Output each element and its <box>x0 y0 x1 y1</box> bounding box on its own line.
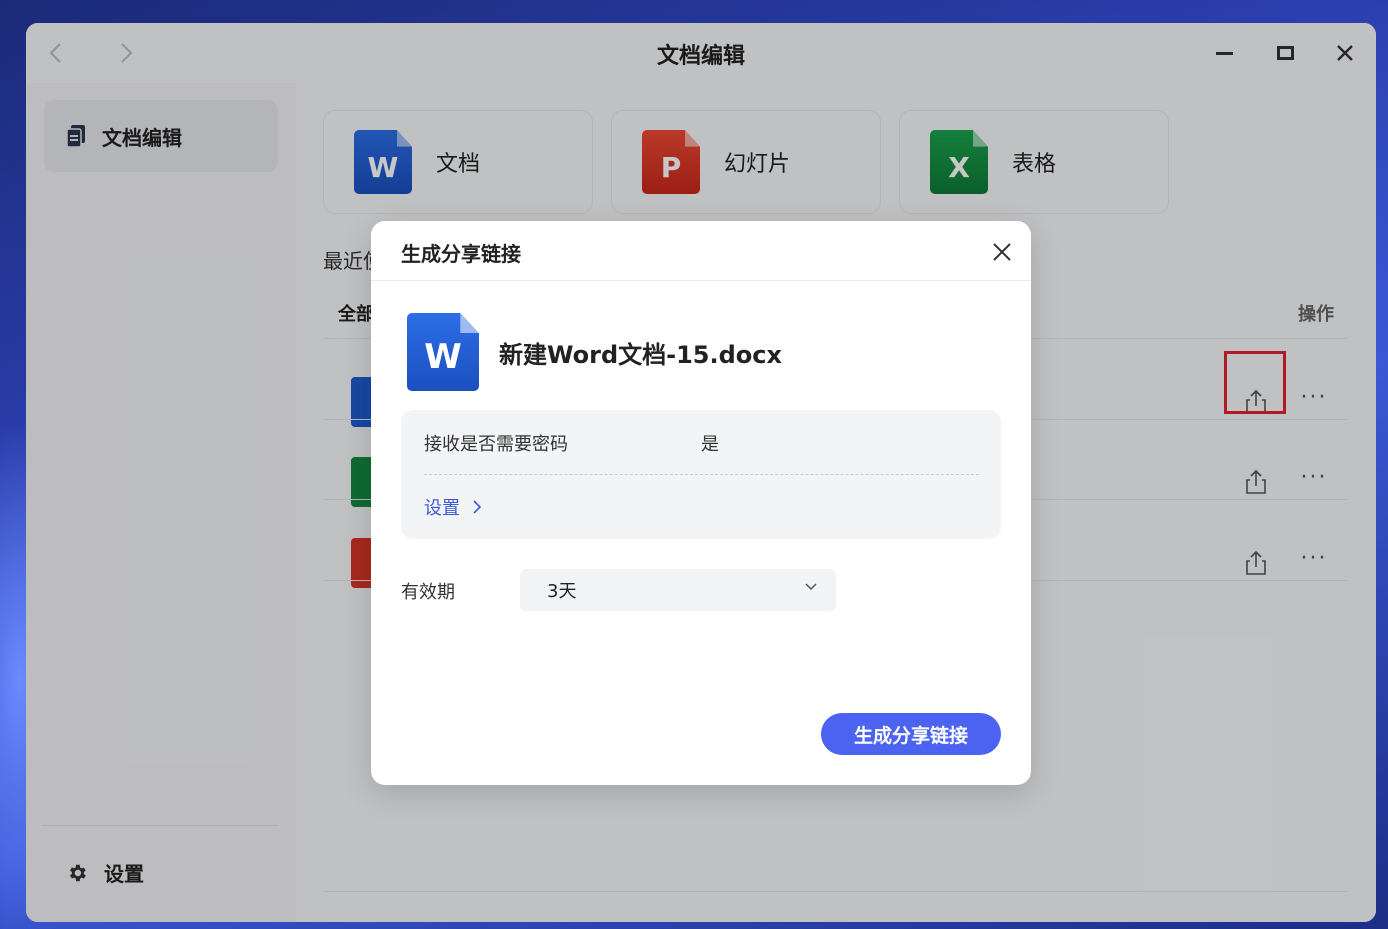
password-panel: 接收是否需要密码 是 设置 <box>401 410 1001 539</box>
panel-divider <box>424 474 979 475</box>
password-value: 是 <box>701 434 719 455</box>
validity-select[interactable]: 3天 <box>520 569 836 611</box>
generate-link-button[interactable]: 生成分享链接 <box>821 713 1001 755</box>
settings-link-label: 设置 <box>424 498 460 519</box>
close-icon[interactable] <box>989 239 1015 265</box>
dialog-file-info: W 新建Word文档-15.docx <box>407 313 782 391</box>
validity-label: 有效期 <box>401 582 455 603</box>
chevron-right-icon <box>473 500 482 514</box>
word-file-icon: W <box>407 313 479 391</box>
password-label: 接收是否需要密码 <box>424 434 568 455</box>
dialog-title: 生成分享链接 <box>401 242 521 266</box>
share-link-dialog: 生成分享链接 W 新建Word文档-15.docx 接收是否需要密码 是 设置 … <box>371 221 1031 785</box>
dialog-header: 生成分享链接 <box>371 221 1031 281</box>
file-name: 新建Word文档-15.docx <box>499 340 782 369</box>
password-settings-link[interactable]: 设置 <box>424 494 482 520</box>
chevron-down-icon <box>805 583 817 591</box>
validity-value: 3天 <box>547 581 577 602</box>
